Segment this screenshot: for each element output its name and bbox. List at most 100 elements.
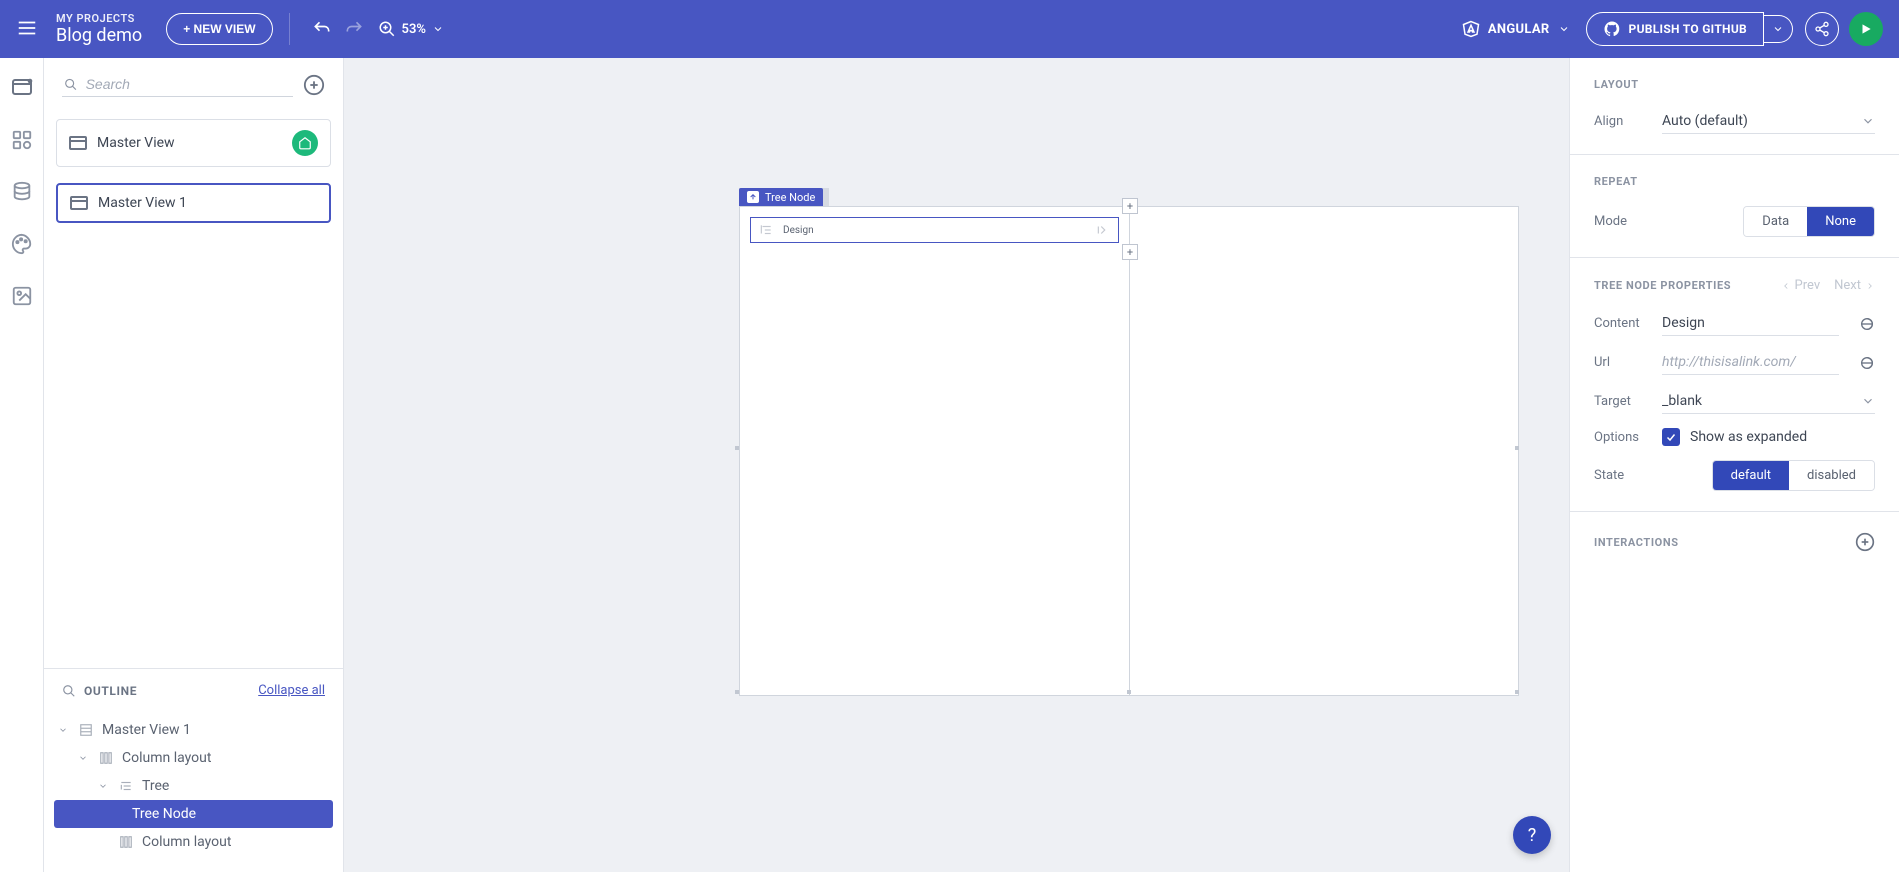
redo-button[interactable] xyxy=(338,13,370,45)
outline-node-column-layout-1[interactable]: Column layout xyxy=(54,828,333,856)
publish-dropdown-button[interactable] xyxy=(1764,15,1793,43)
handle-dot xyxy=(735,690,739,694)
outline-title: OUTLINE xyxy=(62,684,137,698)
section-title-layout: LAYOUT xyxy=(1594,78,1875,91)
toolbar-rail xyxy=(0,58,44,872)
zoom-control[interactable]: 53% xyxy=(378,20,444,38)
outline-node-tree[interactable]: Tree xyxy=(54,772,333,800)
mode-data[interactable]: Data xyxy=(1744,207,1807,236)
tree-node-icon xyxy=(759,223,773,237)
layout-icon xyxy=(78,722,94,738)
outline-tree: Master View 1 Column layout Tree Tree No… xyxy=(44,712,343,872)
new-view-button[interactable]: + NEW VIEW xyxy=(166,13,272,45)
check-icon xyxy=(1665,431,1677,443)
left-panel: Master View Master View 1 OUTLINE Collap… xyxy=(44,58,344,872)
publish-github-button[interactable]: PUBLISH TO GITHUB xyxy=(1586,12,1764,46)
canvas-node-label: Design xyxy=(783,225,814,236)
divider xyxy=(1129,207,1130,695)
share-icon xyxy=(1814,21,1830,37)
rail-theme-button[interactable] xyxy=(8,230,36,258)
content-input[interactable]: Design xyxy=(1662,311,1839,336)
outline-node-tree-node[interactable]: Tree Node xyxy=(54,800,333,828)
column-layout-icon xyxy=(98,750,114,766)
view-item-master-view-1[interactable]: Master View 1 xyxy=(56,183,331,223)
design-canvas[interactable]: Tree Node Design + + ? xyxy=(344,58,1569,872)
prev-sibling-button[interactable]: Prev xyxy=(1781,278,1821,293)
expand-icon xyxy=(1096,223,1110,237)
chevron-left-icon xyxy=(1781,281,1791,291)
angular-icon xyxy=(1462,20,1480,38)
select-parent-button[interactable] xyxy=(747,191,759,203)
next-sibling-button[interactable]: Next xyxy=(1834,278,1875,293)
collapse-all-link[interactable]: Collapse all xyxy=(258,683,325,698)
target-label: Target xyxy=(1594,394,1650,409)
url-input[interactable]: http://thisisalink.com/ xyxy=(1662,350,1839,375)
show-expanded-checkbox[interactable] xyxy=(1662,428,1680,446)
help-button[interactable]: ? xyxy=(1513,816,1551,854)
url-label: Url xyxy=(1594,355,1650,370)
state-disabled[interactable]: disabled xyxy=(1789,461,1874,490)
chevron-down-icon xyxy=(432,23,444,35)
bind-button[interactable] xyxy=(1859,316,1875,332)
outline-node-master-view-1[interactable]: Master View 1 xyxy=(54,716,333,744)
my-projects-label[interactable]: MY PROJECTS xyxy=(56,12,142,25)
undo-button[interactable] xyxy=(306,13,338,45)
content-label: Content xyxy=(1594,316,1650,331)
framework-name: ANGULAR xyxy=(1488,22,1550,37)
project-title: Blog demo xyxy=(56,25,142,47)
play-icon xyxy=(1859,22,1873,36)
target-select[interactable]: _blank xyxy=(1662,389,1875,414)
views-list: Master View Master View 1 xyxy=(44,107,343,251)
preview-button[interactable] xyxy=(1849,12,1883,46)
artboard[interactable]: Design xyxy=(739,206,1519,696)
chevron-right-icon xyxy=(1865,281,1875,291)
tree-icon xyxy=(118,778,134,794)
rail-views-button[interactable] xyxy=(8,74,36,102)
plus-circle-icon xyxy=(1855,532,1875,552)
help-icon: ? xyxy=(1528,825,1537,846)
mode-label: Mode xyxy=(1594,214,1650,229)
properties-panel: LAYOUT Align Auto (default) REPEAT Mode … xyxy=(1569,58,1899,872)
add-view-button[interactable] xyxy=(303,74,325,96)
menu-button[interactable] xyxy=(16,17,40,41)
state-default[interactable]: default xyxy=(1713,461,1789,490)
chevron-down-icon xyxy=(1861,114,1875,128)
publish-label: PUBLISH TO GITHUB xyxy=(1629,22,1747,36)
github-icon xyxy=(1603,20,1621,38)
app-header: MY PROJECTS Blog demo + NEW VIEW 53% ANG… xyxy=(0,0,1899,58)
selection-tab[interactable]: Tree Node xyxy=(739,188,823,206)
framework-selector[interactable]: ANGULAR xyxy=(1462,20,1570,38)
options-label: Options xyxy=(1594,430,1650,445)
home-icon xyxy=(298,136,312,150)
rail-data-button[interactable] xyxy=(8,178,36,206)
show-expanded-label[interactable]: Show as expanded xyxy=(1690,429,1807,445)
add-interaction-button[interactable] xyxy=(1855,532,1875,552)
view-name: Master View xyxy=(97,135,282,151)
project-title-block: MY PROJECTS Blog demo xyxy=(56,12,142,47)
mode-segment: Data None xyxy=(1743,206,1875,237)
rail-components-button[interactable] xyxy=(8,126,36,154)
search-icon xyxy=(62,684,76,698)
view-item-master-view[interactable]: Master View xyxy=(56,119,331,167)
chevron-down-icon xyxy=(1558,23,1570,35)
zoom-in-icon xyxy=(378,20,396,38)
canvas-tree-node[interactable]: Design xyxy=(750,217,1119,243)
selection-label: Tree Node xyxy=(765,191,815,204)
handle-dot xyxy=(1127,690,1131,694)
chevron-down-icon xyxy=(1772,23,1784,35)
handle-dot xyxy=(1515,446,1519,450)
arrow-up-icon xyxy=(749,193,757,201)
chevron-down-icon xyxy=(1861,394,1875,408)
add-element-button[interactable]: + xyxy=(1122,244,1138,260)
section-title-props: TREE NODE PROPERTIES xyxy=(1594,279,1731,292)
align-select[interactable]: Auto (default) xyxy=(1662,109,1875,134)
share-button[interactable] xyxy=(1805,12,1839,46)
bind-button[interactable] xyxy=(1859,355,1875,371)
rail-assets-button[interactable] xyxy=(8,282,36,310)
views-search-input[interactable] xyxy=(86,76,291,92)
handle-dot xyxy=(735,446,739,450)
outline-node-column-layout-0[interactable]: Column layout xyxy=(54,744,333,772)
divider xyxy=(289,13,290,45)
add-element-button[interactable]: + xyxy=(1122,198,1138,214)
mode-none[interactable]: None xyxy=(1807,207,1874,236)
